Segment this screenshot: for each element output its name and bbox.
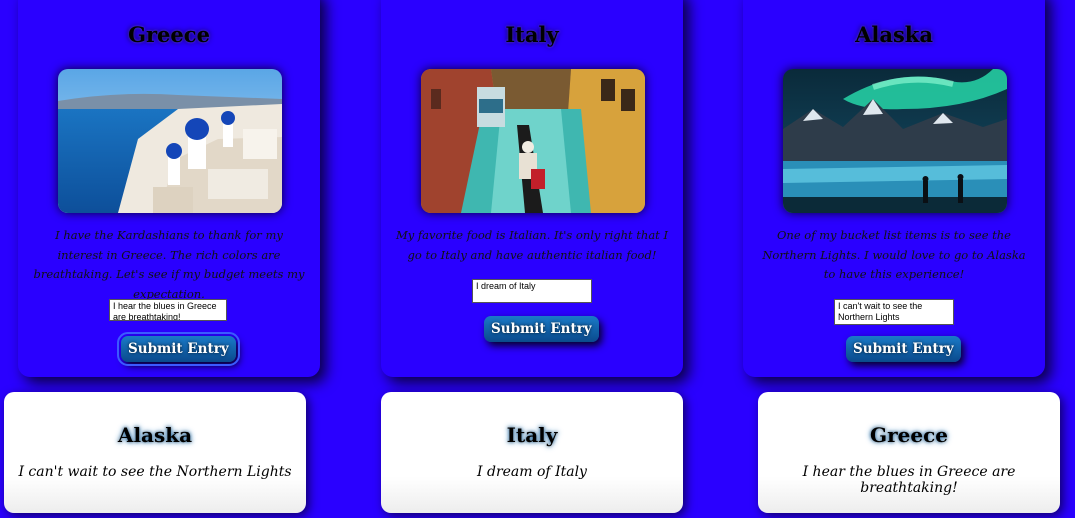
result-text: I hear the blues in Greece are breathtak… bbox=[802, 464, 1016, 496]
entry-textarea[interactable]: I hear the blues in Greece are breathtak… bbox=[109, 299, 227, 321]
card-title: Italy bbox=[505, 22, 559, 47]
entry-textarea[interactable]: I dream of Italy bbox=[472, 279, 592, 303]
card-italy: Italy My favorite food is Italian. It's … bbox=[381, 0, 683, 377]
result-text: I can't wait to see the Northern Lights bbox=[18, 464, 292, 480]
result-card-italy: Italy I dream of Italy bbox=[381, 392, 683, 513]
result-card-alaska: Alaska I can't wait to see the Northern … bbox=[4, 392, 306, 513]
northern-lights-photo bbox=[783, 69, 1007, 213]
card-greece: Greece I have the Kardashians to thank f… bbox=[18, 0, 320, 377]
santorini-photo bbox=[58, 69, 282, 213]
submit-entry-button[interactable]: Submit Entry bbox=[846, 336, 961, 362]
venice-canal-photo bbox=[421, 69, 645, 213]
card-title: Alaska bbox=[855, 22, 933, 47]
result-title: Italy bbox=[506, 423, 558, 447]
entry-textarea[interactable]: I can't wait to see the Northern Lights bbox=[834, 299, 954, 325]
card-alaska: Alaska One of my bucket list items is to… bbox=[743, 0, 1045, 377]
result-title: Alaska bbox=[117, 423, 193, 447]
result-card-greece: Greece I hear the blues in Greece are br… bbox=[758, 392, 1060, 513]
result-title: Greece bbox=[870, 423, 948, 447]
submit-entry-button[interactable]: Submit Entry bbox=[117, 332, 240, 366]
card-description: One of my bucket list items is to see th… bbox=[762, 228, 1026, 281]
card-description: I have the Kardashians to thank for my i… bbox=[33, 228, 305, 301]
result-text: I dream of Italy bbox=[477, 464, 587, 480]
card-title: Greece bbox=[128, 22, 210, 47]
card-description: My favorite food is Italian. It's only r… bbox=[396, 228, 668, 262]
submit-entry-button[interactable]: Submit Entry bbox=[484, 316, 599, 342]
